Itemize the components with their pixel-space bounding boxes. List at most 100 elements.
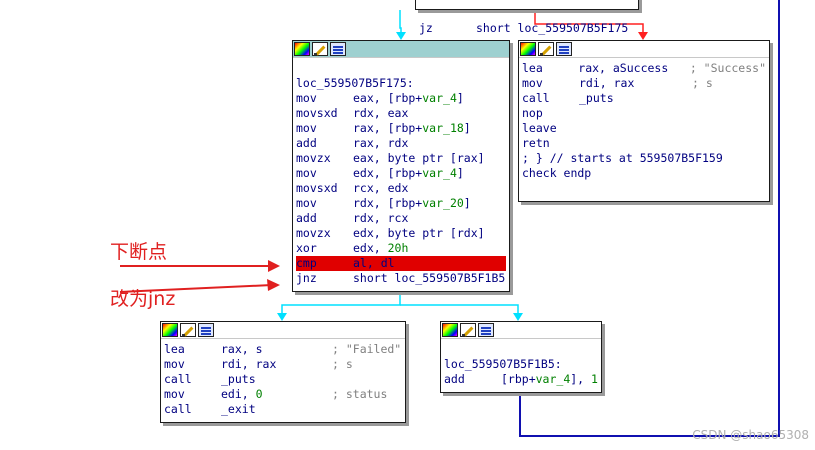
mnemonic: mov [296, 196, 317, 210]
mnemonic: lea [522, 61, 543, 75]
code-line[interactable]: lea rax, s ; "Failed" [164, 342, 402, 357]
rename-icon[interactable] [538, 42, 554, 56]
arrowhead-annot [268, 260, 280, 272]
operands: edx, [rbp+var_4] [353, 166, 464, 180]
mnemonic: mov [296, 166, 317, 180]
arrowhead-red [638, 32, 648, 40]
edge-true-to-failed [281, 291, 401, 318]
code-line[interactable]: add [rbp+var_4], 1 [444, 372, 598, 387]
comment: ; s [332, 357, 353, 371]
comment: ; "Success" [689, 61, 766, 75]
mnemonic: mov [164, 357, 185, 371]
comment: ; status [332, 387, 388, 401]
operands: rax, s [221, 342, 263, 356]
node-top-partial[interactable]: jz short loc_559507B5F175 [415, 0, 639, 35]
code-listing[interactable]: lea rax, s ; "Failed" mov rdi, rax ; s call _pu… [161, 339, 405, 417]
code-listing[interactable]: loc_559507B5F175: mov eax, [rbp+var_4] movs… [293, 58, 509, 286]
mnemonic: movzx [296, 151, 331, 165]
comment: ; s [692, 76, 713, 90]
code-line[interactable]: nop [522, 106, 766, 121]
code-line[interactable]: xor edx, 20h [296, 241, 506, 256]
code-line[interactable]: cmp al, dl [296, 256, 506, 271]
node-header [441, 322, 601, 339]
operands: edx, 20h [353, 241, 409, 255]
mnemonic: retn [522, 136, 550, 150]
mnemonic: movzx [296, 226, 331, 240]
code-line[interactable]: add rdx, rcx [296, 211, 506, 226]
code-line[interactable]: movsxd rcx, edx [296, 181, 506, 196]
arrowhead-cyan [277, 313, 287, 321]
code-line[interactable]: mov rax, [rbp+var_18] [296, 121, 506, 136]
operands: edx, byte ptr [rdx] [353, 226, 485, 240]
mnemonic: mov [296, 91, 317, 105]
node-header [161, 322, 405, 339]
node-loc-F175[interactable]: loc_559507B5F175: mov eax, [rbp+var_4] movs… [292, 40, 510, 292]
color-icon[interactable] [162, 323, 178, 337]
code-line[interactable]: movsxd rdx, eax [296, 106, 506, 121]
graph-icon[interactable] [556, 42, 572, 56]
node-failed[interactable]: lea rax, s ; "Failed" mov rdi, rax ; s call _pu… [160, 321, 406, 423]
mnemonic: jnz [296, 271, 317, 285]
operands: rax, rdx [353, 136, 409, 150]
code-line[interactable]: jnz short loc_559507B5F1B5 [296, 271, 506, 286]
operands: rax, [rbp+var_18] [353, 121, 471, 135]
code-listing[interactable]: lea rax, aSuccess ; "Success" mov rdi, rax ; … [519, 58, 769, 181]
mnemonic: mov [164, 387, 185, 401]
code-line[interactable]: check endp [522, 166, 766, 181]
color-icon[interactable] [294, 42, 310, 56]
code-line[interactable]: mov rdx, [rbp+var_20] [296, 196, 506, 211]
code-line[interactable]: add rax, rdx [296, 136, 506, 151]
edge-false-to-loop [400, 304, 519, 318]
ida-graph-view[interactable]: jz short loc_559507B5F175 loc_559507B5F17… [0, 0, 815, 450]
mnemonic: cmp [296, 256, 317, 270]
mnemonic: add [296, 211, 317, 225]
mnemonic: mov [296, 121, 317, 135]
code-line[interactable]: mov edi, 0 ; status [164, 387, 402, 402]
mnemonic: xor [296, 241, 317, 255]
rename-icon[interactable] [180, 323, 196, 337]
code-line[interactable]: call _puts [522, 91, 766, 106]
rename-icon[interactable] [460, 323, 476, 337]
code-line[interactable]: ; } // starts at 559507B5F159 [522, 151, 766, 166]
label-text: loc_559507B5F175: [296, 76, 414, 90]
arrowhead-cyan [513, 313, 523, 321]
node-success[interactable]: lea rax, aSuccess ; "Success" mov rdi, rax ; … [518, 40, 770, 202]
code-line[interactable]: mov rdi, rax ; s [164, 357, 402, 372]
color-icon[interactable] [442, 323, 458, 337]
arrowhead-annot [267, 279, 280, 291]
operands: _puts [579, 91, 614, 105]
code-label[interactable]: loc_559507B5F1B5: [444, 357, 598, 372]
code-line[interactable]: mov eax, [rbp+var_4] [296, 91, 506, 106]
code-line[interactable]: call _exit [164, 402, 402, 417]
code-line[interactable]: retn [522, 136, 766, 151]
operands: rdx, [rbp+var_20] [353, 196, 471, 210]
operands: al, dl [353, 256, 395, 270]
comment: ; "Failed" [332, 342, 402, 356]
rename-icon[interactable] [312, 42, 328, 56]
code-line[interactable]: call _puts [164, 372, 402, 387]
node-header [293, 41, 509, 58]
graph-icon[interactable] [478, 323, 494, 337]
mnemonic: mov [522, 76, 543, 90]
operands: rdi, rax [579, 76, 635, 90]
graph-icon[interactable] [330, 42, 346, 56]
node-loc-F1B5[interactable]: loc_559507B5F1B5: add [rbp+var_4], 1 [440, 321, 602, 393]
code-line[interactable]: movzx eax, byte ptr [rax] [296, 151, 506, 166]
raw-text: ; } // starts at 559507B5F159 [522, 151, 723, 165]
code-line[interactable]: movzx edx, byte ptr [rdx] [296, 226, 506, 241]
node-header [519, 41, 769, 58]
code-line[interactable]: lea rax, aSuccess ; "Success" [522, 61, 766, 76]
mnemonic: movsxd [296, 181, 338, 195]
code-line[interactable]: mov edx, [rbp+var_4] [296, 166, 506, 181]
code-listing[interactable]: loc_559507B5F1B5: add [rbp+var_4], 1 [441, 339, 601, 387]
graph-icon[interactable] [198, 323, 214, 337]
code-line[interactable]: mov rdi, rax ; s [522, 76, 766, 91]
label-text: loc_559507B5F1B5: [444, 357, 562, 371]
operands: rdi, rax [221, 357, 277, 371]
operands: rax, aSuccess [578, 61, 669, 75]
mnemonic: movsxd [296, 106, 338, 120]
code-line[interactable]: leave [522, 121, 766, 136]
color-icon[interactable] [520, 42, 536, 56]
code-label[interactable]: loc_559507B5F175: [296, 76, 506, 91]
